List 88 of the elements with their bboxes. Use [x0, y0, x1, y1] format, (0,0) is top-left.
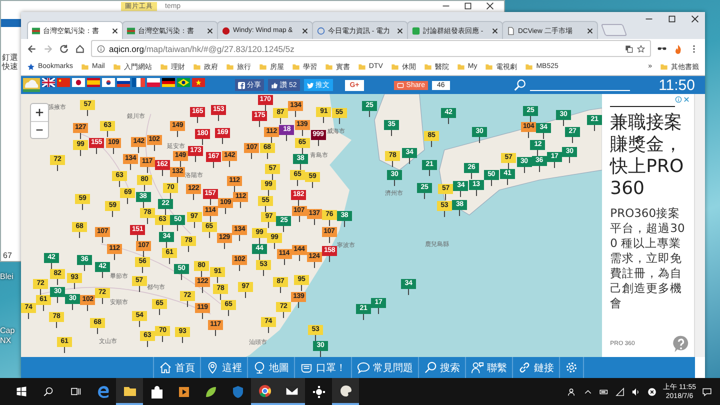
flag-icon[interactable] [42, 78, 55, 87]
flag-icon[interactable] [177, 78, 190, 87]
leaf-icon [204, 384, 218, 398]
taskbar-chrome-button[interactable] [251, 378, 278, 405]
help-icon[interactable] [672, 335, 690, 353]
task-view-icon[interactable] [70, 386, 81, 397]
site-icon [32, 26, 40, 34]
folder-icon [160, 62, 168, 70]
disconnected-icon[interactable] [647, 386, 658, 396]
close-icon[interactable] [302, 28, 308, 34]
close-icon[interactable] [587, 28, 593, 34]
taskbar-mail-button[interactable] [278, 378, 305, 405]
facebook-icon [238, 82, 245, 88]
paint-icon [338, 384, 352, 398]
page-icon [507, 26, 515, 34]
folder-icon [485, 62, 494, 70]
taskbar-paint-button[interactable] [332, 378, 359, 405]
chat-icon [357, 361, 370, 374]
search-icon [424, 361, 437, 374]
taskbar-folder-button[interactable] [116, 378, 143, 405]
translate-icon[interactable] [625, 44, 633, 52]
info-icon[interactable] [675, 96, 682, 103]
folder-icon [292, 62, 300, 70]
map-canvas[interactable] [21, 94, 602, 357]
folder-icon [226, 62, 234, 70]
thumbs-up-icon [271, 82, 278, 88]
edge-icon [96, 384, 110, 398]
back-icon[interactable] [27, 44, 37, 54]
close-icon[interactable] [691, 15, 699, 23]
clock-time: 11:50 [658, 76, 695, 94]
search-icon[interactable] [43, 386, 54, 397]
volume-icon[interactable] [631, 386, 642, 396]
flag-icon[interactable] [72, 78, 85, 87]
info-icon [97, 44, 105, 52]
folder-icon [81, 62, 90, 70]
people-icon[interactable] [567, 386, 578, 396]
settings-icon [565, 361, 578, 374]
address-bar[interactable]: aqicn.org/map/taiwan/hk/#@g/27.83/120.1245/5z [91, 40, 651, 57]
folder-icon [324, 62, 333, 70]
link-icon [518, 361, 531, 374]
reload-icon[interactable] [59, 44, 69, 54]
wifi-icon[interactable] [615, 386, 626, 396]
folder-icon [525, 62, 534, 70]
gear-icon [312, 384, 326, 398]
folder-icon [192, 62, 201, 70]
flag-icon[interactable] [102, 78, 115, 87]
close-icon[interactable] [492, 28, 498, 34]
flag-icon[interactable] [162, 78, 175, 87]
home-icon[interactable] [75, 44, 85, 54]
close-icon[interactable] [397, 28, 403, 34]
scrollbar[interactable] [694, 94, 705, 357]
star-icon [27, 62, 35, 70]
close-icon[interactable] [112, 28, 118, 34]
folder-icon [358, 62, 366, 70]
ad-description: PRO360接案平台，超過300 種以上專業需求，立即免費註冊，為自己創造更多機會 [610, 206, 686, 311]
folder-icon [456, 62, 465, 70]
flag-icon[interactable] [117, 78, 130, 87]
start-icon[interactable] [16, 386, 27, 397]
media-icon [176, 384, 190, 398]
folder-icon [112, 62, 121, 70]
flag-icon[interactable] [132, 78, 145, 87]
contact-icon [471, 361, 484, 374]
close-icon[interactable] [486, 2, 494, 10]
site-icon [127, 26, 135, 34]
chrome-icon [258, 384, 272, 398]
shield-icon [230, 384, 244, 398]
site-icon [412, 26, 420, 34]
site-icon [222, 26, 230, 34]
share-icon [397, 82, 404, 88]
item-text: 67 [3, 251, 12, 260]
bird-icon [306, 82, 314, 88]
close-icon[interactable] [207, 28, 213, 34]
ad-headline[interactable]: 兼職接案賺獎金，快上PRO360 [610, 112, 690, 200]
maximize-icon[interactable] [464, 2, 472, 10]
flame-icon[interactable] [673, 44, 683, 54]
folder-icon [258, 62, 267, 70]
pin-icon [206, 361, 219, 374]
folder-icon [660, 62, 668, 70]
sidebar-text: 釘選快速 [2, 53, 19, 71]
maximize-icon[interactable] [668, 15, 676, 23]
site-icon [317, 26, 325, 34]
star-icon[interactable] [637, 44, 645, 52]
notification-icon[interactable] [702, 386, 712, 396]
folder-icon [390, 62, 399, 70]
globe-icon [253, 361, 266, 374]
home-icon [159, 361, 172, 374]
folder-icon [424, 62, 432, 70]
store-icon [150, 384, 164, 398]
